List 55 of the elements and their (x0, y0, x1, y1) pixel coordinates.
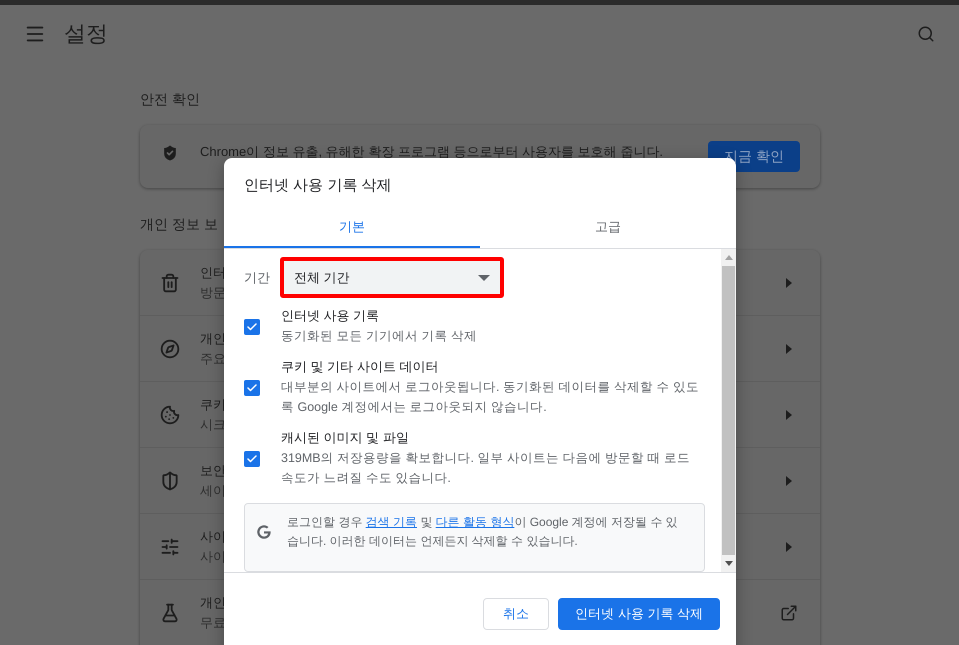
shield-icon (160, 470, 180, 490)
check-icon (246, 452, 258, 464)
row-title: 쿠키 (200, 396, 226, 414)
row-title: 사이 (200, 528, 226, 546)
triangle-right-icon[interactable] (786, 278, 792, 288)
page-title: 설정 (64, 20, 109, 48)
checkbox[interactable] (244, 318, 260, 334)
row-subtitle: 주요 (200, 350, 226, 368)
external-link-icon[interactable] (780, 604, 798, 622)
checkbox[interactable] (244, 450, 260, 466)
caret-icon (478, 274, 490, 280)
check-icon (246, 382, 258, 394)
row-subtitle: 세이 (200, 482, 226, 500)
delete-button[interactable]: 인터넷 사용 기록 삭제 (558, 598, 720, 630)
scroll-down-icon[interactable] (724, 561, 732, 566)
checkbox[interactable] (244, 380, 260, 396)
option-description: 동기화된 모든 기기에서 기록 삭제 (281, 328, 477, 345)
option-description: 대부분의 사이트에서 로그아웃됩니다. 동기화된 데이터를 삭제할 수 있도록 Google 계정에서는 로그아웃되지 않습니다. (281, 379, 700, 416)
period-dropdown[interactable]: 전체 기간 (280, 257, 504, 298)
triangle-right-icon[interactable] (786, 476, 792, 486)
row-subtitle: 사이 (200, 548, 226, 566)
period-label: 기간 (244, 268, 270, 286)
check-icon (246, 320, 258, 332)
cancel-button[interactable]: 취소 (483, 598, 550, 630)
safety-check-description: Chrome이 정보 유출, 유해한 확장 프로그램 등으로부터 사용자를 보호해 줍니다. (200, 143, 664, 161)
triangle-right-icon[interactable] (786, 542, 792, 552)
dialog-title: 인터넷 사용 기록 삭제 (243, 176, 393, 196)
row-subtitle: 시크 (200, 416, 226, 434)
row-title: 개인 (200, 594, 226, 612)
section-heading: 개인 정보 보 (140, 215, 218, 234)
option-title: 캐시된 이미지 및 파일 (281, 429, 409, 447)
option-title: 쿠키 및 기타 사이트 데이터 (281, 358, 438, 376)
link[interactable]: 검색 기록 (366, 515, 418, 529)
compass-icon (160, 338, 180, 358)
row-subtitle: 방문 (200, 284, 226, 302)
tab[interactable]: 기본 (224, 207, 480, 248)
scroll-up-icon[interactable] (724, 255, 732, 260)
cookie-icon (160, 404, 180, 424)
triangle-right-icon[interactable] (786, 344, 792, 354)
row-subtitle: 무료 (200, 614, 226, 632)
trash-icon (160, 272, 180, 292)
info-text: 로그인할 경우 검색 기록 및 다른 활동 형식 이 Google 계정에 저장될 수 있습니다. 이러한 데이터는 언제든지 삭제할 수 있습니다. (287, 514, 679, 550)
row-title: 보안 (200, 462, 226, 480)
search-icon[interactable] (917, 25, 935, 43)
flask-icon (160, 602, 180, 622)
option-description: 319MB의 저장용량을 확보합니다. 일부 사이트는 다음에 방문할 때 로드 속도가 느려질 수도 있습니다. (281, 450, 691, 487)
row-title: 개인 (200, 330, 226, 348)
option-title: 인터넷 사용 기록 (281, 307, 380, 325)
g-logo-icon (255, 523, 273, 541)
section-heading: 안전 확인 (140, 90, 200, 109)
row-title: 인터 (200, 264, 226, 282)
link[interactable]: 다른 활동 형식 (436, 515, 514, 529)
scrollbar[interactable] (721, 249, 736, 572)
sliders-icon (160, 536, 180, 556)
triangle-right-icon[interactable] (786, 410, 792, 420)
